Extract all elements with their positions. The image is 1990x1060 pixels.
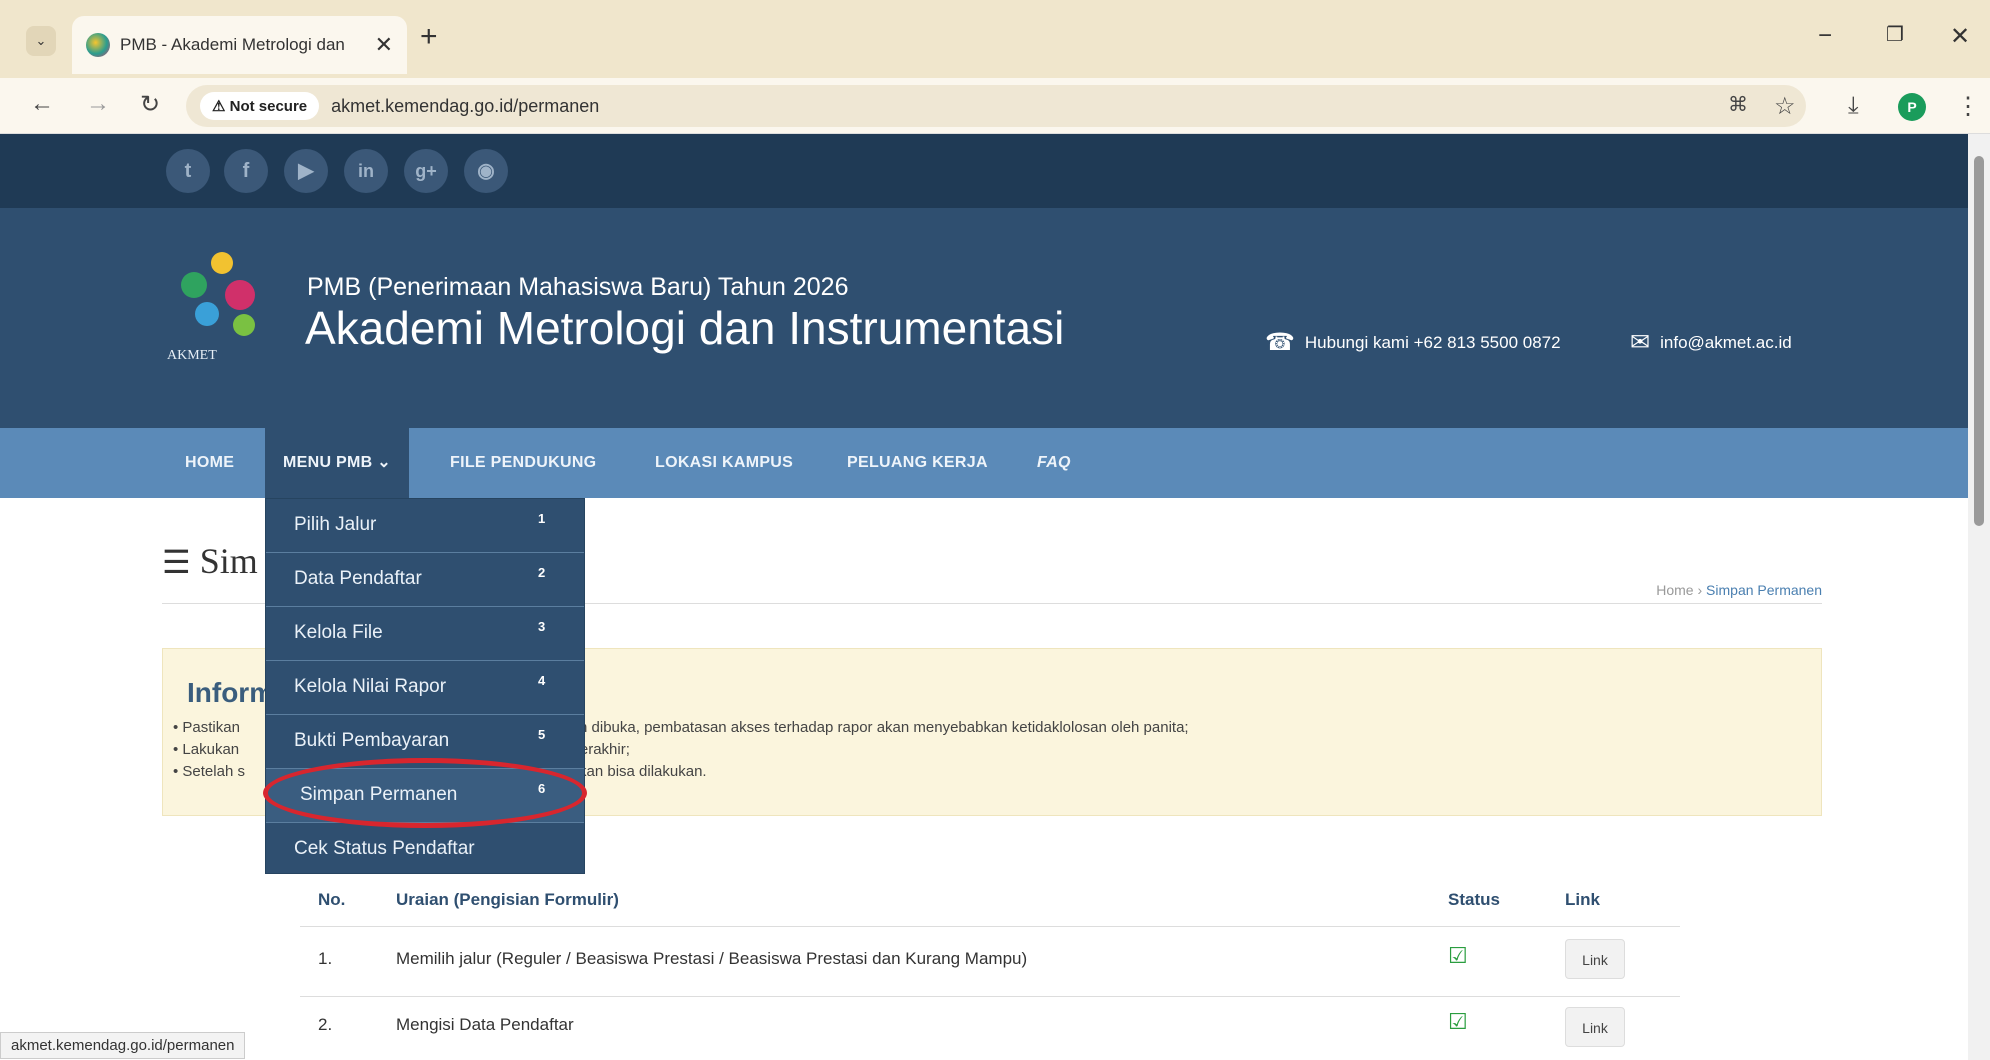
nav-peluang-kerja[interactable]: PELUANG KERJA: [847, 428, 988, 498]
dropdown-item-label: Kelola Nilai Rapor: [294, 676, 447, 697]
site-title: Akademi Metrologi dan Instrumentasi: [305, 302, 1065, 354]
check-icon: ☑: [1448, 943, 1468, 968]
page-scrollbar[interactable]: [1968, 134, 1990, 1060]
linkedin-icon[interactable]: in: [344, 149, 388, 193]
col-status: Status: [1448, 890, 1500, 909]
dropdown-item-pilih-jalur[interactable]: Pilih Jalur 1: [266, 499, 584, 553]
row-no: 1.: [318, 949, 333, 968]
nav-home[interactable]: HOME: [185, 428, 234, 498]
breadcrumb-home[interactable]: Home: [1656, 582, 1693, 598]
contact-email[interactable]: ✉ info@akmet.ac.id: [1630, 328, 1792, 357]
phone-icon: ☎: [1265, 329, 1295, 356]
bookmark-star-icon[interactable]: ☆: [1774, 92, 1796, 121]
forward-icon[interactable]: →: [86, 90, 110, 118]
row-uraian: Memilih jalur (Reguler / Beasiswa Presta…: [396, 949, 1028, 968]
page-title: ☰ Sim: [162, 540, 258, 582]
rss-icon[interactable]: ◉: [464, 149, 508, 193]
dropdown-item-kelola-file[interactable]: Kelola File 3: [266, 607, 584, 661]
row-no: 2.: [318, 1015, 333, 1034]
envelope-icon: ✉: [1630, 329, 1651, 356]
omnibox[interactable]: ⚠ Not secure akmet.kemendag.go.id/perman…: [186, 85, 1806, 127]
url-text[interactable]: akmet.kemendag.go.id/permanen: [331, 96, 599, 117]
translate-icon[interactable]: ⌘: [1728, 92, 1748, 117]
window-close-button[interactable]: ✕: [1950, 22, 1970, 51]
info-line: • Pastikan elah dibuka, pembatasan akses…: [173, 719, 1189, 736]
info-line: • Setelah s k akan bisa dilakukan.: [173, 763, 707, 780]
dropdown-item-label: Bukti Pembayaran: [294, 730, 450, 751]
contact-phone: ☎ Hubungi kami +62 813 5500 0872: [1265, 328, 1561, 357]
browser-tab[interactable]: PMB - Akademi Metrologi dan ✕: [72, 16, 407, 74]
dropdown-item-badge: 5: [538, 727, 546, 742]
tab-search-button[interactable]: ⌄: [26, 26, 56, 56]
info-title: Inform: [187, 677, 275, 708]
dropdown-item-badge: 4: [538, 673, 546, 688]
nav-faq[interactable]: FAQ: [1037, 428, 1071, 498]
phone-text: Hubungi kami +62 813 5500 0872: [1304, 332, 1561, 352]
email-text: info@akmet.ac.id: [1660, 332, 1792, 352]
dropdown-item-badge: 3: [538, 619, 546, 634]
dropdown-item-cek-status[interactable]: Cek Status Pendaftar: [266, 823, 584, 877]
col-uraian: Uraian (Pengisian Formulir): [396, 890, 619, 909]
twitter-icon[interactable]: t: [166, 149, 210, 193]
breadcrumb-separator: ›: [1697, 582, 1703, 598]
profile-avatar[interactable]: P: [1898, 93, 1926, 121]
dropdown-item-label: Data Pendaftar: [294, 568, 422, 589]
nav-menu-pmb[interactable]: MENU PMB ⌄: [265, 428, 409, 498]
browser-tab-strip: ⌄ PMB - Akademi Metrologi dan ✕ + − ❐ ✕: [0, 0, 1990, 78]
security-label: Not secure: [229, 98, 308, 115]
highlight-ring-annotation: [263, 758, 587, 828]
info-line-start: • Setelah s: [173, 763, 245, 780]
tab-close-button[interactable]: ✕: [375, 32, 393, 58]
dropdown-item-kelola-nilai-rapor[interactable]: Kelola Nilai Rapor 4: [266, 661, 584, 715]
reload-icon[interactable]: ↻: [140, 90, 160, 119]
database-icon: ☰: [162, 543, 191, 581]
dropdown-item-label: Kelola File: [294, 622, 383, 643]
dropdown-item-label: Pilih Jalur: [294, 514, 377, 535]
new-tab-button[interactable]: +: [420, 20, 438, 54]
nav-file-pendukung[interactable]: FILE PENDUKUNG: [450, 428, 596, 498]
tab-title: PMB - Akademi Metrologi dan: [120, 35, 345, 54]
download-icon[interactable]: ⤓: [1848, 92, 1859, 120]
info-line-start: • Pastikan: [173, 719, 240, 736]
favicon-icon: [86, 33, 110, 57]
row-uraian: Mengisi Data Pendaftar: [396, 1015, 574, 1034]
page-title-text: Sim: [199, 541, 258, 581]
breadcrumb-current: Simpan Permanen: [1706, 582, 1822, 598]
dropdown-item-badge: 1: [538, 511, 546, 526]
info-line-end: elah dibuka, pembatasan akses terhadap r…: [559, 719, 1189, 736]
link-button[interactable]: Link: [1565, 939, 1625, 979]
link-button[interactable]: Link: [1565, 1007, 1625, 1047]
warning-icon: ⚠: [212, 98, 230, 115]
table-row: 2. Mengisi Data Pendaftar ☑ Link: [300, 996, 1680, 1056]
col-link: Link: [1565, 890, 1600, 909]
dropdown-item-data-pendaftar[interactable]: Data Pendaftar 2: [266, 553, 584, 607]
check-icon: ☑: [1448, 1009, 1468, 1034]
main-nav: HOME MENU PMB ⌄ FILE PENDUKUNG LOKASI KA…: [0, 428, 1968, 498]
site-header: AKMET PMB (Penerimaan Mahasiswa Baru) Ta…: [0, 208, 1968, 428]
logo-text: AKMET: [167, 348, 217, 363]
restore-button[interactable]: ❐: [1886, 22, 1904, 47]
security-chip[interactable]: ⚠ Not secure: [200, 92, 320, 120]
youtube-icon[interactable]: ▶: [284, 149, 328, 193]
nav-lokasi-kampus[interactable]: LOKASI KAMPUS: [655, 428, 793, 498]
dropdown-item-label: Cek Status Pendaftar: [294, 838, 475, 859]
facebook-icon[interactable]: f: [224, 149, 268, 193]
info-line-start: • Lakukan: [173, 741, 240, 758]
dropdown-item-badge: 2: [538, 565, 546, 580]
info-line: • Lakukan u berakhir;: [173, 741, 630, 758]
social-bar: t f ▶ in g+ ◉: [0, 134, 1968, 208]
akmet-logo[interactable]: AKMET: [167, 248, 287, 368]
table-row: 1. Memilih jalur (Reguler / Beasiswa Pre…: [300, 926, 1680, 986]
scrollbar-thumb[interactable]: [1974, 156, 1984, 526]
browser-menu-icon[interactable]: ⋮: [1956, 92, 1980, 121]
google-plus-icon[interactable]: g+: [404, 149, 448, 193]
link-status-bar: akmet.kemendag.go.id/permanen: [0, 1032, 246, 1059]
breadcrumb: Home › Simpan Permanen: [1656, 582, 1822, 598]
address-toolbar: ← → ↻ ⚠ Not secure akmet.kemendag.go.id/…: [0, 78, 1990, 134]
minimize-button[interactable]: −: [1818, 22, 1832, 50]
col-no: No.: [318, 890, 346, 909]
site-subtitle: PMB (Penerimaan Mahasiswa Baru) Tahun 20…: [307, 273, 849, 301]
back-icon[interactable]: ←: [30, 90, 54, 118]
